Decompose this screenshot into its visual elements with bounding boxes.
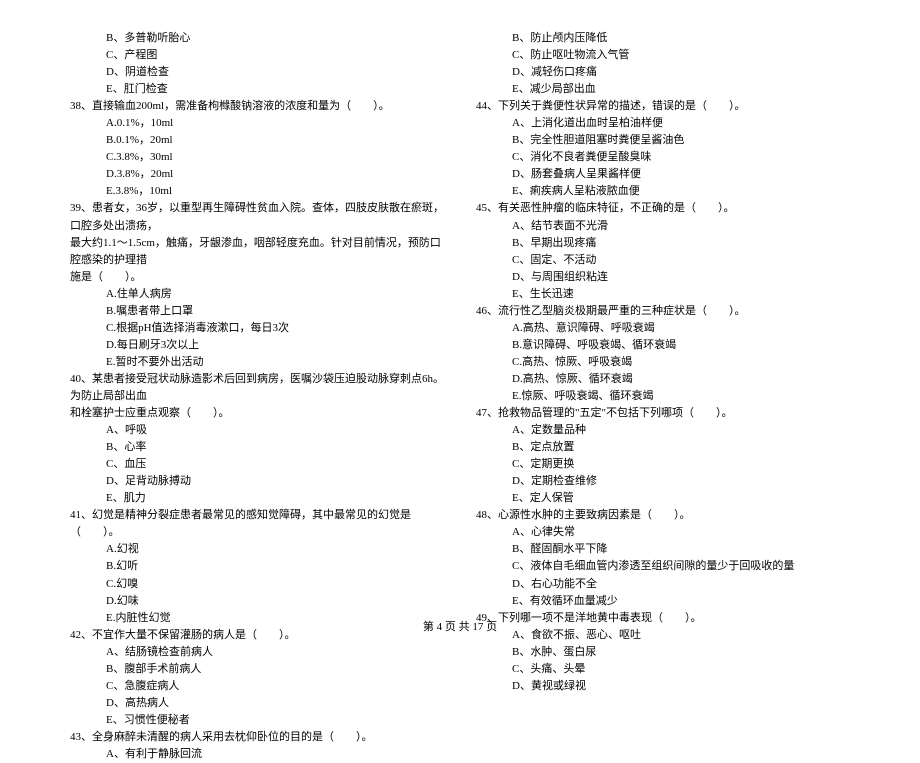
option: B.嘱患者带上口罩 [58,303,450,320]
option: E、有效循环血量减少 [464,593,862,610]
option: D、右心功能不全 [464,576,862,593]
option: C.根据pH值选择消毒液漱口，每日3次 [58,320,450,337]
option: B、水肿、蛋白尿 [464,644,862,661]
option: A、有利于静脉回流 [58,746,450,763]
question-40-cont: 和栓塞护士应重点观察（ ）。 [58,405,450,422]
option: D.高热、惊厥、循环衰竭 [464,371,862,388]
question-39-cont: 最大约1.1～1.5cm，触痛，牙龈渗血，咽部轻度充血。针对目前情况，预防口腔感… [58,235,450,269]
option: B、定点放置 [464,439,862,456]
option: B、多普勒听胎心 [58,30,450,47]
option: E、减少局部出血 [464,81,862,98]
option: B、完全性胆道阻塞时粪便呈酱油色 [464,132,862,149]
option: E、肛门检查 [58,81,450,98]
option: B、早期出现疼痛 [464,235,862,252]
option: C、固定、不活动 [464,252,862,269]
option: D、高热病人 [58,695,450,712]
option: C、急腹症病人 [58,678,450,695]
option: B、心率 [58,439,450,456]
option: A.0.1%，10ml [58,115,450,132]
option: C.幻嗅 [58,576,450,593]
option: D、足背动脉搏动 [58,473,450,490]
option: E、肌力 [58,490,450,507]
option: D、黄视或绿视 [464,678,862,695]
question-47: 47、抢救物品管理的"五定"不包括下列哪项（ ）。 [464,405,862,422]
question-46: 46、流行性乙型脑炎极期最严重的三种症状是（ ）。 [464,303,862,320]
option: C.3.8%，30ml [58,149,450,166]
option: E、习惯性便秘者 [58,712,450,729]
option: E、定人保管 [464,490,862,507]
option: C.高热、惊厥、呼吸衰竭 [464,354,862,371]
option: A.高热、意识障碍、呼吸衰竭 [464,320,862,337]
option: A、上消化道出血时呈柏油样便 [464,115,862,132]
option: E.暂时不要外出活动 [58,354,450,371]
option: B、醛固酮水平下降 [464,541,862,558]
question-39-cont: 施是（ ）。 [58,269,450,286]
option: A、结节表面不光滑 [464,218,862,235]
option: C、血压 [58,456,450,473]
right-column: B、防止颅内压降低 C、防止呕吐物流入气管 D、减轻伤口疼痛 E、减少局部出血 … [460,30,862,763]
option: C、液体自毛细血管内渗透至组织间隙的量少于回吸收的量 [464,558,862,575]
option: B.意识障碍、呼吸衰竭、循环衰竭 [464,337,862,354]
question-45: 45、有关恶性肿瘤的临床特征，不正确的是（ ）。 [464,200,862,217]
option: A.幻视 [58,541,450,558]
question-38: 38、直接输血200ml，需准备枸橼酸钠溶液的浓度和量为（ ）。 [58,98,450,115]
option: D、与周围组织粘连 [464,269,862,286]
option: A、呼吸 [58,422,450,439]
option: E、痢疾病人呈粘液脓血便 [464,183,862,200]
option: D.3.8%，20ml [58,166,450,183]
option: D、肠套叠病人呈果酱样便 [464,166,862,183]
option: D、减轻伤口疼痛 [464,64,862,81]
option: E、生长迅速 [464,286,862,303]
option: B.幻听 [58,558,450,575]
page-footer: 第 4 页 共 17 页 [0,619,920,636]
option: C、定期更换 [464,456,862,473]
page-body: B、多普勒听胎心 C、产程图 D、阴道检查 E、肛门检查 38、直接输血200m… [0,0,920,763]
option: D.每日刷牙3次以上 [58,337,450,354]
option: C、消化不良者粪便呈酸臭味 [464,149,862,166]
question-39: 39、患者女，36岁，以重型再生障碍性贫血入院。查体，四肢皮肤散在瘀斑，口腔多处… [58,200,450,234]
question-41: 41、幻觉是精神分裂症患者最常见的感知觉障碍，其中最常见的幻觉是（ ）。 [58,507,450,541]
option: C、产程图 [58,47,450,64]
option: A.住单人病房 [58,286,450,303]
option: E.3.8%，10ml [58,183,450,200]
option: D、定期检查维修 [464,473,862,490]
option: A、定数量品种 [464,422,862,439]
option: B、防止颅内压降低 [464,30,862,47]
option: B、腹部手术前病人 [58,661,450,678]
question-48: 48、心源性水肿的主要致病因素是（ ）。 [464,507,862,524]
question-40: 40、某患者接受冠状动脉造影术后回到病房，医嘱沙袋压迫股动脉穿刺点6h。为防止局… [58,371,450,405]
option: A、心律失常 [464,524,862,541]
question-43: 43、全身麻醉未清醒的病人采用去枕仰卧位的目的是（ ）。 [58,729,450,746]
question-44: 44、下列关于粪便性状异常的描述，错误的是（ ）。 [464,98,862,115]
option: D、阴道检查 [58,64,450,81]
left-column: B、多普勒听胎心 C、产程图 D、阴道检查 E、肛门检查 38、直接输血200m… [58,30,460,763]
option: C、防止呕吐物流入气管 [464,47,862,64]
option: A、结肠镜检查前病人 [58,644,450,661]
option: E.惊厥、呼吸衰竭、循环衰竭 [464,388,862,405]
option: B.0.1%，20ml [58,132,450,149]
option: C、头痛、头晕 [464,661,862,678]
option: D.幻味 [58,593,450,610]
